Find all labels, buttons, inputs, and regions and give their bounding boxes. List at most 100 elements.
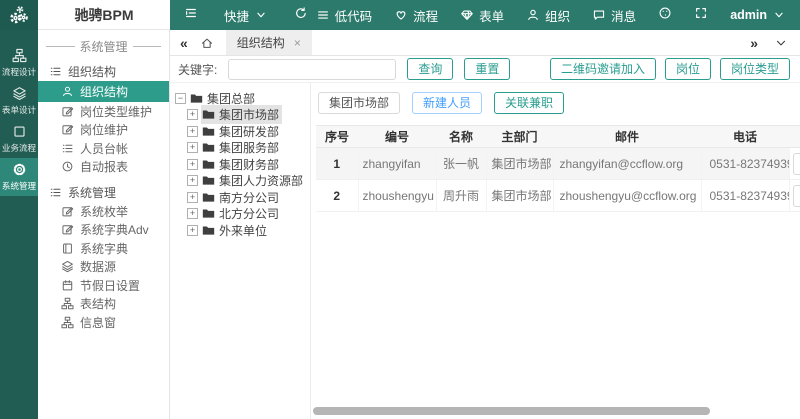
edit-icon	[62, 225, 74, 235]
tree-expand-icon[interactable]: +	[187, 125, 198, 137]
tree-node-rnd[interactable]: + 集团研发部	[187, 123, 310, 140]
nav-item-lowcode[interactable]: 低代码	[316, 6, 372, 25]
tree-node-root[interactable]: − 集团总部	[175, 90, 310, 107]
sidebar-group-system: 系统管理 系统枚举 系统字典Adv 系统字典 数据源 节假日设置 表结构 信息窗	[38, 182, 169, 332]
sidebar-item-system-dict[interactable]: 系统字典	[38, 239, 169, 258]
app-logo[interactable]	[0, 0, 38, 30]
tree-node-external-unit[interactable]: + 外来单位	[187, 222, 310, 239]
user-menu[interactable]: admin	[730, 8, 786, 22]
sidebar-item-data-source[interactable]: 数据源	[38, 258, 169, 277]
row-action-button-partial[interactable]	[792, 152, 800, 175]
tree-node-service[interactable]: + 集团服务部	[187, 140, 310, 157]
nav-item-form[interactable]: 表单	[460, 6, 504, 25]
rail-item-business-flow[interactable]: 业务流程	[0, 120, 38, 158]
scrollbar-thumb[interactable]	[313, 407, 710, 415]
collapse-sidebar-icon[interactable]	[184, 6, 198, 25]
refresh-icon	[296, 6, 306, 18]
fullscreen-button[interactable]	[694, 6, 708, 25]
tree-expand-icon[interactable]: +	[187, 158, 198, 170]
sidebar-item-org-structure[interactable]: 组织结构	[38, 81, 169, 102]
sidebar-group-header-system[interactable]: 系统管理	[38, 182, 169, 202]
tab-org-structure[interactable]: 组织结构 ×	[225, 30, 312, 55]
tree-node-label: 北方分公司	[219, 207, 280, 222]
sidebar-group-header-org[interactable]: 组织结构	[38, 61, 169, 81]
layers-icon	[62, 261, 73, 273]
tree-node-label: 集团财务部	[219, 157, 280, 172]
nav-item-flow[interactable]: 流程	[394, 6, 438, 25]
tree-node-hr[interactable]: + 集团人力资源部	[187, 173, 310, 190]
user-icon	[528, 9, 538, 20]
rail-item-flow-design[interactable]: 流程设计	[0, 44, 38, 82]
tree-expand-icon[interactable]: +	[187, 142, 198, 154]
nav-item-org[interactable]: 组织	[526, 6, 570, 25]
tree-node-label: 集团总部	[207, 91, 256, 106]
cell-phone: 0531-82374939	[701, 147, 790, 180]
cell-name: 张一帆	[436, 147, 487, 180]
reset-button[interactable]: 重置	[464, 58, 511, 80]
fullscreen-icon	[696, 7, 707, 18]
table-row[interactable]: 2 zhoushengyu 周升雨 集团市场部 zhoushengyu@ccfl…	[316, 179, 800, 212]
nav-item-message[interactable]: 消息	[592, 6, 636, 25]
edit-icon	[62, 106, 74, 117]
sidebar-item-system-dict-adv[interactable]: 系统字典Adv	[38, 221, 169, 240]
refresh-button[interactable]	[294, 6, 308, 25]
sidebar-item-personnel-ledger[interactable]: 人员台帐	[38, 139, 169, 158]
horizontal-scrollbar[interactable]	[313, 407, 800, 415]
quick-menu[interactable]: 快捷	[224, 6, 268, 25]
sidebar-item-table-structure[interactable]: 表结构	[38, 295, 169, 314]
tree-collapse-icon[interactable]: −	[175, 92, 186, 104]
tree-expand-icon[interactable]: +	[187, 208, 198, 220]
dept-filter-button[interactable]: 集团市场部	[318, 92, 401, 114]
sidebar-item-info-window[interactable]: 信息窗	[38, 313, 169, 332]
tree-node-label: 集团人力资源部	[219, 174, 304, 189]
row-action-button-partial[interactable]	[792, 184, 800, 207]
sidebar-item-post-maintain[interactable]: 岗位维护	[38, 121, 169, 140]
rail-label: 业务流程	[1, 143, 37, 153]
link-parttime-button[interactable]: 关联兼职	[494, 92, 565, 114]
tree-expand-icon[interactable]: +	[187, 109, 198, 121]
new-user-button[interactable]: 新建人员	[412, 92, 483, 114]
tab-close-icon[interactable]: ×	[294, 37, 301, 49]
calendar-icon	[62, 279, 73, 291]
rail-item-form-design[interactable]: 表单设计	[0, 82, 38, 120]
col-dept: 主部门	[486, 125, 553, 148]
sidebar-item-system-enum[interactable]: 系统枚举	[38, 202, 169, 221]
tree-expand-icon[interactable]: +	[187, 224, 198, 236]
tree-node-north-branch[interactable]: + 北方分公司	[187, 206, 310, 223]
table-row[interactable]: 1 zhangyifan 张一帆 集团市场部 zhangyifan@ccflow…	[316, 147, 800, 180]
rail-item-system-admin[interactable]: 系统管理	[0, 158, 38, 196]
sidebar-item-holiday-settings[interactable]: 节假日设置	[38, 276, 169, 295]
col-actions	[789, 125, 800, 148]
layers-icon	[12, 87, 26, 101]
search-button[interactable]: 查询	[407, 58, 454, 80]
rail-label: 系统管理	[1, 181, 37, 191]
gears-logo-icon	[10, 6, 28, 24]
tab-menu-chevron-icon[interactable]	[774, 36, 788, 50]
user-name: admin	[730, 8, 767, 22]
sidebar-item-post-type[interactable]: 岗位类型维护	[38, 102, 169, 121]
post-button[interactable]: 岗位	[664, 58, 711, 80]
brand-title: 驰骋BPM	[38, 0, 170, 30]
tree-node-label: 集团服务部	[219, 141, 280, 156]
tab-collapse-button[interactable]: «	[180, 36, 188, 50]
qr-invite-button[interactable]: 二维码邀请加入	[549, 58, 656, 80]
app-window: 驰骋BPM 快捷 低代码 流程 表单 组织 消息 admin 流程设计 表单设计…	[0, 0, 800, 419]
tree-expand-icon[interactable]: +	[187, 191, 198, 203]
gem-icon	[461, 10, 473, 20]
keyword-input[interactable]	[228, 58, 397, 80]
panel-actions: 集团市场部 新建人员 关联兼职	[318, 92, 800, 114]
post-type-button[interactable]: 岗位类型	[719, 58, 790, 80]
home-button[interactable]	[200, 36, 214, 50]
user-panel: 集团市场部 新建人员 关联兼职 序号 编号 名称 主部门 邮件 电话 1 zha…	[311, 83, 800, 419]
col-index: 序号	[316, 125, 358, 148]
sidebar-group-label: 系统管理	[68, 185, 117, 200]
tree-node-marketing[interactable]: + 集团市场部	[187, 105, 310, 125]
theme-button[interactable]	[658, 6, 672, 25]
tree-node-south-branch[interactable]: + 南方分公司	[187, 189, 310, 206]
cell-dept: 集团市场部	[486, 179, 554, 212]
sidebar-item-auto-report[interactable]: 自动报表	[38, 158, 169, 177]
tree-expand-icon[interactable]: +	[187, 175, 198, 187]
tab-overflow-button[interactable]: »	[750, 36, 758, 50]
tree-node-finance[interactable]: + 集团财务部	[187, 156, 310, 173]
sidebar-item-label: 数据源	[80, 260, 117, 275]
